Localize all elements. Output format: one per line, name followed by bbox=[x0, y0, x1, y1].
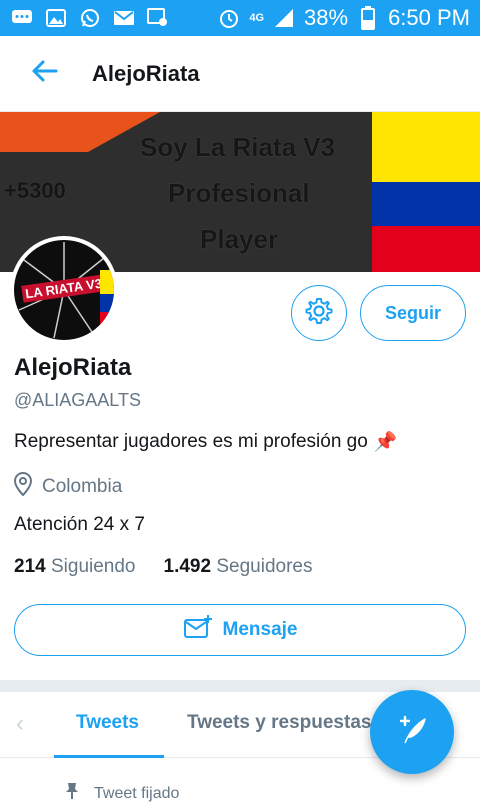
chevron-left-icon[interactable]: ‹ bbox=[16, 710, 24, 738]
status-bar: 4G 38% 6:50 PM bbox=[0, 0, 480, 36]
profile-name: AlejoRiata bbox=[14, 354, 132, 381]
followers-label: Seguidores bbox=[216, 556, 313, 577]
colombia-flag bbox=[372, 112, 480, 272]
message-button[interactable]: Mensaje bbox=[14, 604, 466, 656]
compose-tweet-button[interactable] bbox=[370, 690, 454, 774]
arrow-left-icon bbox=[30, 59, 58, 88]
pin-icon bbox=[64, 782, 80, 805]
alarm-icon bbox=[217, 8, 241, 28]
profile-bio: Representar jugadores es mi profesión go… bbox=[14, 430, 397, 454]
battery-icon bbox=[356, 6, 380, 30]
profile-handle: @ALIAGAALTS bbox=[14, 390, 141, 410]
following-label: Siguiendo bbox=[50, 556, 136, 577]
banner-accent-shape bbox=[0, 112, 160, 152]
followers-count: 1.492 bbox=[163, 556, 212, 577]
page-title: AlejoRiata bbox=[92, 60, 200, 86]
chat-icon bbox=[10, 8, 34, 28]
following-link[interactable]: 214 Siguiendo bbox=[14, 556, 136, 578]
profile-location: Colombia bbox=[13, 471, 123, 502]
profile-extra-line: Atención 24 x 7 bbox=[14, 514, 145, 535]
location-pin-icon bbox=[13, 471, 33, 502]
settings-button[interactable] bbox=[291, 285, 347, 341]
banner-line-3: Player bbox=[200, 224, 279, 254]
avatar[interactable]: LA RIATA V3 bbox=[10, 236, 118, 344]
gear-icon bbox=[304, 296, 334, 331]
bio-text: Representar jugadores es mi profesión go bbox=[14, 431, 368, 452]
network-type: 4G bbox=[249, 12, 265, 24]
active-tab-indicator bbox=[54, 755, 164, 758]
avatar-flag bbox=[100, 270, 114, 330]
signal-icon bbox=[272, 8, 296, 28]
follow-counts: 214 Siguiendo 1.492 Seguidores bbox=[14, 556, 312, 578]
follow-button[interactable]: Seguir bbox=[360, 285, 466, 341]
message-label: Mensaje bbox=[222, 619, 298, 640]
new-message-icon bbox=[183, 614, 213, 646]
compose-feather-icon bbox=[395, 713, 429, 752]
banner-score: +5300 bbox=[4, 178, 66, 203]
mail-icon bbox=[112, 8, 136, 28]
banner-line-1: Soy La Riata V3 bbox=[140, 132, 336, 162]
whatsapp-icon bbox=[78, 8, 102, 28]
banner-line-2: Profesional bbox=[168, 178, 310, 208]
battery-percent: 38% bbox=[304, 5, 349, 30]
following-count: 214 bbox=[14, 556, 46, 577]
clock: 6:50 PM bbox=[388, 5, 470, 30]
pinned-tweet-header: Tweet fijado bbox=[64, 782, 179, 805]
followers-link[interactable]: 1.492 Seguidores bbox=[164, 556, 313, 578]
tab-tweets[interactable]: Tweets bbox=[76, 712, 139, 734]
location-text: Colombia bbox=[42, 476, 123, 497]
tab-tweets-and-replies[interactable]: Tweets y respuestas bbox=[187, 712, 371, 734]
app-bar: AlejoRiata bbox=[0, 36, 480, 112]
pushpin-emoji: 📌 bbox=[373, 432, 398, 453]
back-button[interactable] bbox=[30, 54, 70, 94]
gallery-icon bbox=[44, 8, 68, 28]
settings-icon bbox=[146, 8, 170, 28]
